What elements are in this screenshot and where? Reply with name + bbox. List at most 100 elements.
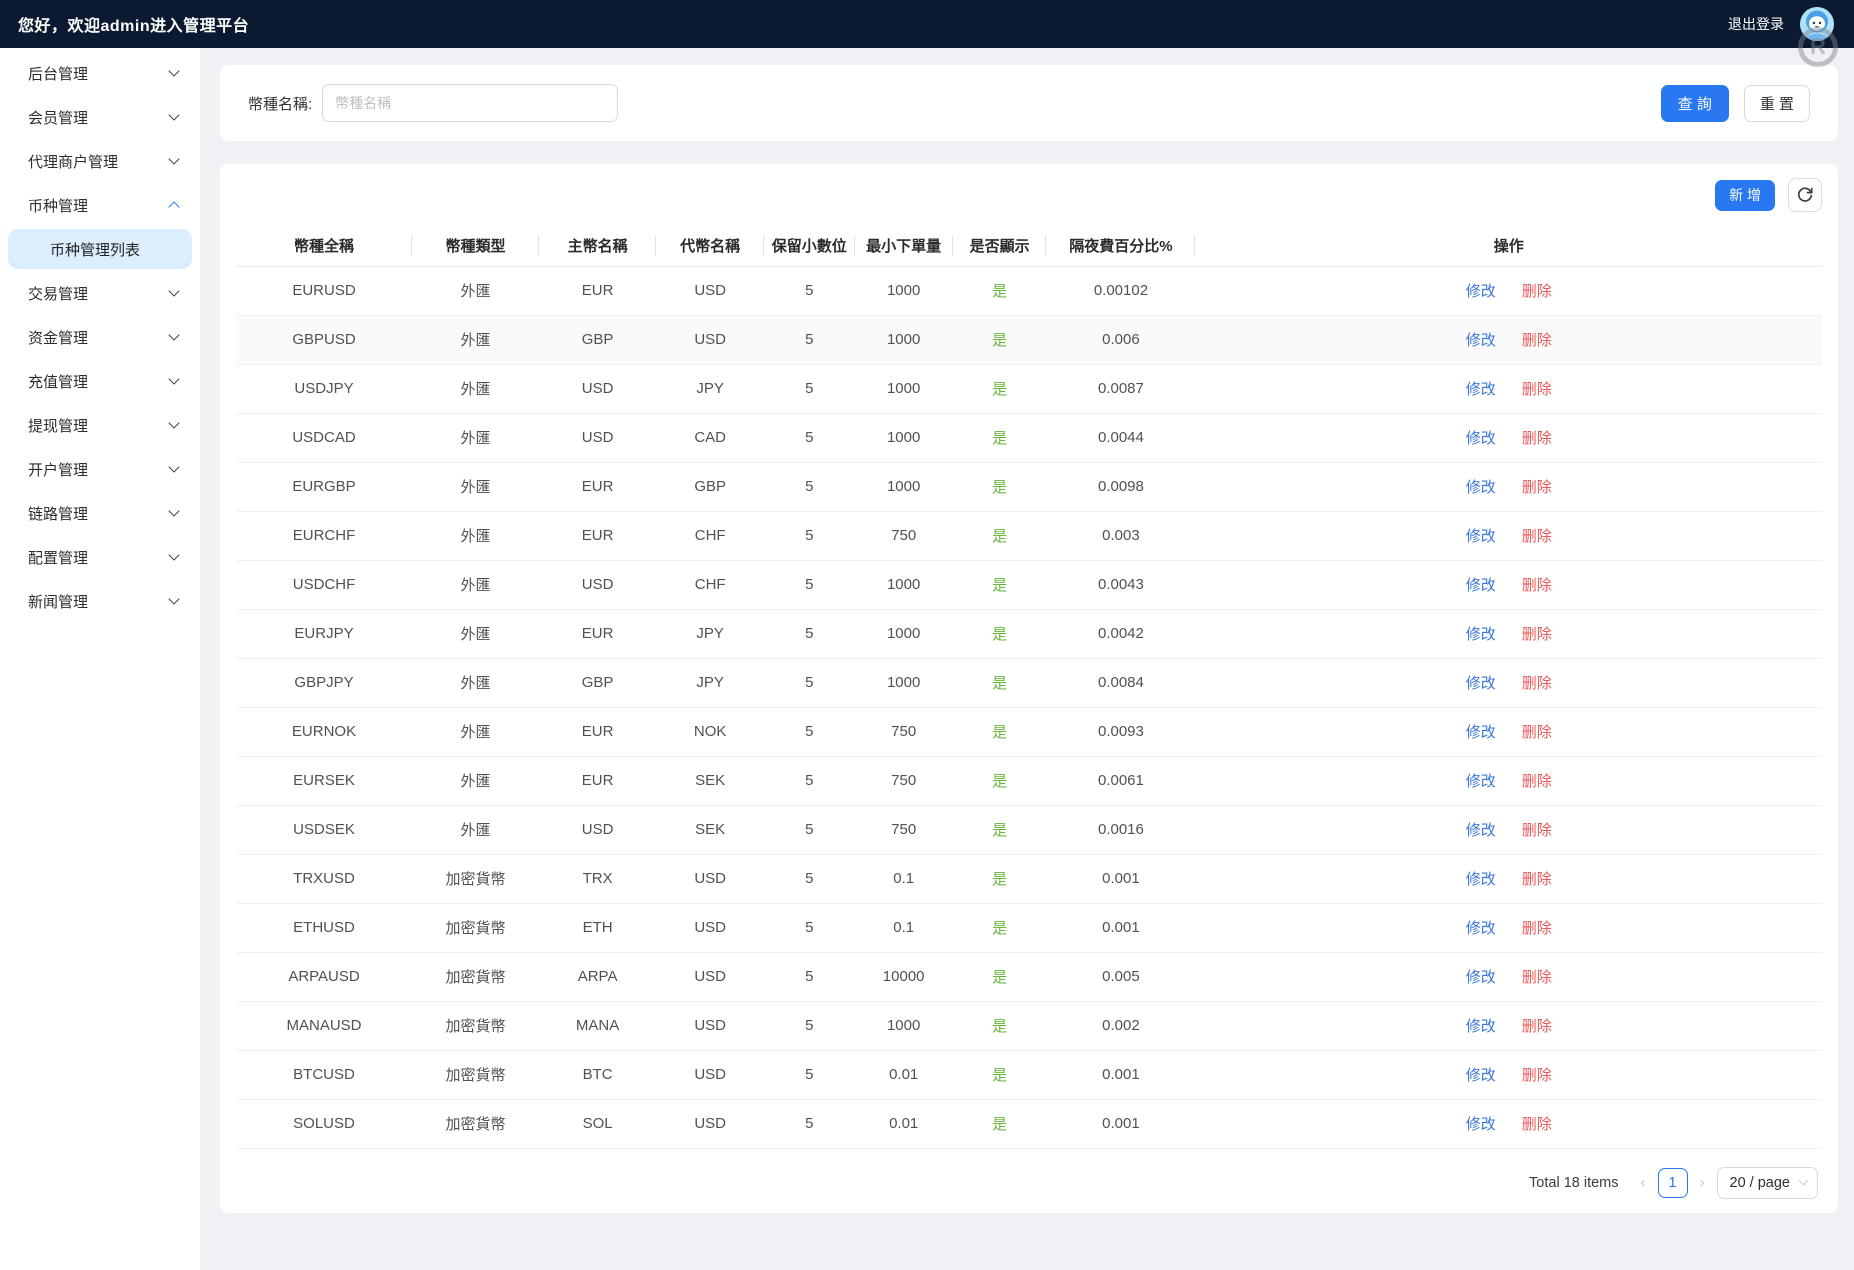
chevron-down-icon [168,285,179,296]
cell-type: 外匯 [412,266,539,315]
edit-link[interactable]: 修改 [1466,1116,1496,1133]
sidebar-item[interactable]: 代理商户管理 [0,139,200,183]
cell-base-currency: ARPA [539,952,656,1001]
edit-link[interactable]: 修改 [1466,479,1496,496]
logout-button[interactable]: 退出登录 [1728,14,1784,34]
sidebar-item[interactable]: 会员管理 [0,95,200,139]
delete-link[interactable]: 删除 [1522,969,1552,986]
cell-decimals: 5 [764,560,854,609]
edit-link[interactable]: 修改 [1466,773,1496,790]
cell-actions: 修改 删除 [1195,903,1822,952]
cell-quote-currency: CAD [656,413,764,462]
edit-link[interactable]: 修改 [1466,1067,1496,1084]
sidebar-item[interactable]: 配置管理 [0,535,200,579]
sidebar-item[interactable]: 交易管理 [0,271,200,315]
cell-min-order-qty: 750 [855,511,953,560]
delete-link[interactable]: 删除 [1522,1067,1552,1084]
chevron-down-icon [168,461,179,472]
delete-link[interactable]: 删除 [1522,920,1552,937]
cell-decimals: 5 [764,1001,854,1050]
edit-link[interactable]: 修改 [1466,283,1496,300]
cell-overnight-fee: 0.001 [1046,1099,1195,1148]
cell-type: 外匯 [412,609,539,658]
cell-visible: 是 [953,952,1047,1001]
col-overnight-fee: 隔夜費百分比% [1046,226,1195,266]
sidebar-item[interactable]: 币种管理 [0,183,200,227]
edit-link[interactable]: 修改 [1466,1018,1496,1035]
cell-decimals: 5 [764,315,854,364]
cell-type: 加密貨幣 [412,1050,539,1099]
edit-link[interactable]: 修改 [1466,430,1496,447]
reset-button[interactable]: 重 置 [1744,85,1810,122]
cell-overnight-fee: 0.002 [1046,1001,1195,1050]
delete-link[interactable]: 删除 [1522,430,1552,447]
cell-min-order-qty: 1000 [855,658,953,707]
table-header-row: 幣種全稱 幣種類型 主幣名稱 代幣名稱 保留小數位 最小下單量 是否顯示 隔夜費… [236,226,1822,266]
delete-link[interactable]: 删除 [1522,871,1552,888]
sidebar-item[interactable]: 充值管理 [0,359,200,403]
page-number-1[interactable]: 1 [1658,1168,1688,1198]
table-row: SOLUSD加密貨幣SOLUSD50.01是0.001修改删除 [236,1099,1822,1148]
cell-visible: 是 [953,560,1047,609]
sidebar-item[interactable]: 开户管理 [0,447,200,491]
delete-link[interactable]: 删除 [1522,283,1552,300]
cell-type: 外匯 [412,560,539,609]
cell-full-name: SOLUSD [236,1099,412,1148]
delete-link[interactable]: 删除 [1522,479,1552,496]
delete-link[interactable]: 删除 [1522,773,1552,790]
delete-link[interactable]: 删除 [1522,822,1552,839]
delete-link[interactable]: 删除 [1522,528,1552,545]
cell-min-order-qty: 1000 [855,266,953,315]
add-button[interactable]: 新 增 [1715,180,1775,211]
edit-link[interactable]: 修改 [1466,381,1496,398]
delete-link[interactable]: 删除 [1522,1018,1552,1035]
delete-link[interactable]: 删除 [1522,577,1552,594]
edit-link[interactable]: 修改 [1466,626,1496,643]
refresh-button[interactable] [1788,178,1822,212]
page-size-select[interactable]: 20 / page [1717,1167,1818,1199]
welcome-title: 您好，欢迎admin进入管理平台 [18,12,249,36]
cell-visible: 是 [953,707,1047,756]
table-row: TRXUSD加密貨幣TRXUSD50.1是0.001修改删除 [236,854,1822,903]
edit-link[interactable]: 修改 [1466,920,1496,937]
table-row: GBPJPY外匯GBPJPY51000是0.0084修改删除 [236,658,1822,707]
cell-type: 外匯 [412,315,539,364]
delete-link[interactable]: 删除 [1522,626,1552,643]
cell-decimals: 5 [764,805,854,854]
sidebar-item[interactable]: 后台管理 [0,51,200,95]
edit-link[interactable]: 修改 [1466,675,1496,692]
currency-name-input[interactable] [322,84,618,122]
edit-link[interactable]: 修改 [1466,969,1496,986]
cell-base-currency: EUR [539,462,656,511]
delete-link[interactable]: 删除 [1522,675,1552,692]
edit-link[interactable]: 修改 [1466,577,1496,594]
sidebar-item[interactable]: 链路管理 [0,491,200,535]
query-button[interactable]: 查 詢 [1661,85,1729,122]
cell-base-currency: MANA [539,1001,656,1050]
edit-link[interactable]: 修改 [1466,871,1496,888]
cell-base-currency: USD [539,364,656,413]
next-page-icon[interactable]: › [1698,1174,1707,1191]
table-row: EURGBP外匯EURGBP51000是0.0098修改删除 [236,462,1822,511]
sidebar-item-label: 交易管理 [28,283,88,304]
cell-base-currency: EUR [539,511,656,560]
edit-link[interactable]: 修改 [1466,528,1496,545]
cell-overnight-fee: 0.003 [1046,511,1195,560]
sidebar-item[interactable]: 提现管理 [0,403,200,447]
sidebar-item-label: 代理商户管理 [28,151,118,172]
sidebar-item[interactable]: 资金管理 [0,315,200,359]
delete-link[interactable]: 删除 [1522,381,1552,398]
prev-page-icon[interactable]: ‹ [1639,1174,1648,1191]
sidebar-item[interactable]: 新闻管理 [0,579,200,623]
delete-link[interactable]: 删除 [1522,332,1552,349]
sidebar-subitem[interactable]: 币种管理列表 [8,229,192,269]
cell-visible: 是 [953,1099,1047,1148]
delete-link[interactable]: 删除 [1522,1116,1552,1133]
edit-link[interactable]: 修改 [1466,822,1496,839]
delete-link[interactable]: 删除 [1522,724,1552,741]
cell-type: 外匯 [412,413,539,462]
col-quote-currency: 代幣名稱 [656,226,764,266]
cell-quote-currency: NOK [656,707,764,756]
edit-link[interactable]: 修改 [1466,724,1496,741]
edit-link[interactable]: 修改 [1466,332,1496,349]
